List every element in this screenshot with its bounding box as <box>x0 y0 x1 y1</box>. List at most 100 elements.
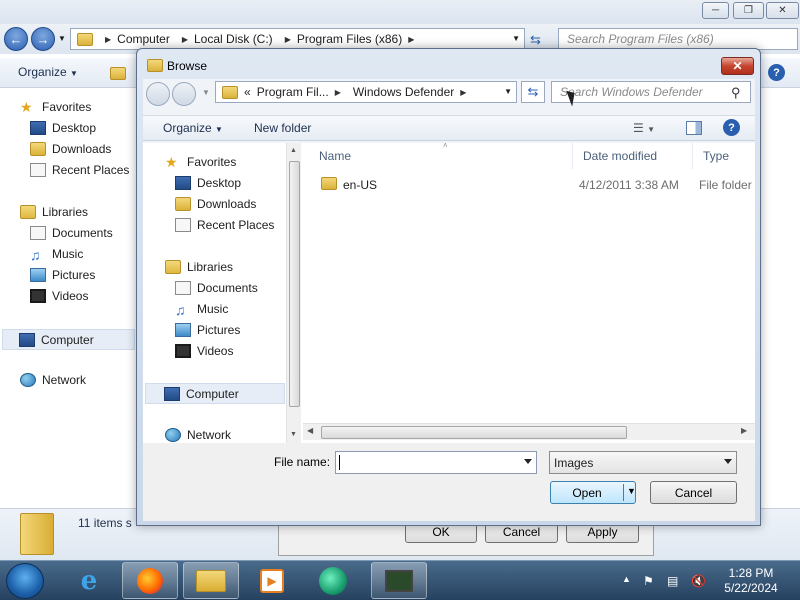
show-hidden-icons-icon[interactable]: ▲ <box>622 574 631 584</box>
file-row[interactable]: en-US 4/12/2011 3:38 AM File folder <box>303 173 755 195</box>
scrollbar-thumb[interactable] <box>289 161 300 407</box>
nav-network[interactable]: Network <box>165 428 231 442</box>
crumb-computer[interactable]: Computer <box>117 32 170 46</box>
hscrollbar-thumb[interactable] <box>321 426 627 439</box>
crumb-windows-defender[interactable]: Windows Defender <box>353 85 454 99</box>
start-button[interactable] <box>6 563 44 599</box>
computer-icon <box>164 386 180 401</box>
column-type-header[interactable]: Type <box>693 143 755 169</box>
file-type-select[interactable]: Images <box>549 451 737 474</box>
crumb-program-files[interactable]: Program Files (x86) <box>297 32 402 46</box>
scroll-up-icon[interactable]: ▲ <box>290 147 297 154</box>
refresh-icon[interactable]: ⇆ <box>521 81 545 103</box>
folder-icon <box>110 67 126 80</box>
scroll-left-icon[interactable]: ◀ <box>307 426 313 435</box>
star-icon: ★ <box>20 99 33 115</box>
forward-icon[interactable] <box>172 82 196 106</box>
crumb-program-files[interactable]: Program Fil... <box>257 85 329 99</box>
maximize-button[interactable]: ❐ <box>733 2 764 19</box>
taskbar-clock[interactable]: 1:28 PM 5/22/2024 <box>718 566 784 596</box>
preview-pane-icon[interactable] <box>686 121 702 135</box>
nav-favorites[interactable]: ★ Favorites <box>165 155 236 169</box>
network-icon <box>165 428 181 442</box>
dialog-cancel-button[interactable]: Cancel <box>650 481 737 504</box>
explorer-folder-icon <box>196 569 226 592</box>
nav-music[interactable]: ♫ Music <box>30 247 83 263</box>
dialog-organize-button[interactable]: Organize ▼ <box>163 121 223 135</box>
explorer-search-input[interactable]: Search Program Files (x86) <box>558 28 798 50</box>
refresh-icon[interactable]: ⇆ <box>530 32 541 48</box>
recent-pages-chevron-icon[interactable]: ▼ <box>202 88 210 97</box>
media-taskbar-button[interactable]: ▶ <box>244 562 300 599</box>
folder-large-icon <box>20 513 54 555</box>
nav-favorites[interactable]: ★ Favorites <box>20 100 91 114</box>
crumb-overflow[interactable]: « <box>244 85 251 99</box>
forward-icon[interactable]: → <box>31 27 55 51</box>
file-name: en-US <box>343 178 378 192</box>
chevron-right-icon: ▶ <box>460 87 467 97</box>
monitor-taskbar-button[interactable] <box>371 562 427 599</box>
nav-libraries[interactable]: Libraries <box>165 260 233 274</box>
column-name-header[interactable]: Name <box>303 143 573 169</box>
flag-icon[interactable]: ⚑ <box>643 574 654 588</box>
nav-pictures[interactable]: Pictures <box>175 323 240 337</box>
nav-documents[interactable]: Documents <box>175 281 258 295</box>
file-list-hscrollbar[interactable]: ◀ ▶ <box>303 423 755 440</box>
scroll-right-icon[interactable]: ▶ <box>741 426 747 435</box>
nav-downloads[interactable]: Downloads <box>175 197 256 211</box>
column-date-header[interactable]: Date modified <box>573 143 693 169</box>
scroll-down-icon[interactable]: ▼ <box>290 431 297 438</box>
app-taskbar-button[interactable] <box>305 562 361 599</box>
nav-documents[interactable]: Documents <box>30 226 113 240</box>
nav-downloads[interactable]: Downloads <box>30 142 111 156</box>
network-tray-icon[interactable]: ▤ <box>667 574 678 588</box>
open-button[interactable]: Open ▼ <box>550 481 636 504</box>
search-icon[interactable]: ⚲ <box>731 85 741 101</box>
downloads-icon <box>175 197 191 211</box>
nav-pane-scrollbar[interactable]: ▲ ▼ <box>286 143 301 443</box>
back-icon[interactable]: ← <box>4 27 28 51</box>
nav-videos[interactable]: Videos <box>30 289 88 303</box>
recent-places-icon <box>175 218 191 232</box>
minimize-button[interactable]: ─ <box>702 2 729 19</box>
chevron-down-icon[interactable] <box>524 459 532 464</box>
nav-music[interactable]: ♫ Music <box>175 302 228 318</box>
dialog-address-bar[interactable]: « Program Fil... ▶ Windows Defender ▶ ▼ <box>215 81 517 103</box>
address-dropdown-icon[interactable]: ▼ <box>512 34 520 43</box>
help-icon[interactable]: ? <box>768 64 785 81</box>
explorer-taskbar-button[interactable] <box>183 562 239 599</box>
dialog-navbar: ▼ « Program Fil... ▶ Windows Defender ▶ ▼ … <box>143 79 755 109</box>
nav-libraries[interactable]: Libraries <box>20 205 88 219</box>
organize-button[interactable]: Organize ▼ <box>18 65 78 79</box>
view-options-icon[interactable]: ☰ ▼ <box>633 121 655 135</box>
music-icon: ♫ <box>30 247 41 263</box>
nav-network[interactable]: Network <box>20 373 86 387</box>
nav-recent-places[interactable]: Recent Places <box>30 163 129 177</box>
dialog-search-input[interactable]: Search Windows Defender <box>551 81 751 103</box>
recent-pages-chevron-icon[interactable]: ▼ <box>58 34 66 43</box>
new-folder-button[interactable]: New folder <box>254 121 311 135</box>
nav-desktop[interactable]: Desktop <box>175 176 241 190</box>
firefox-taskbar-button[interactable] <box>122 562 178 599</box>
close-button[interactable]: ✕ <box>766 2 799 19</box>
pictures-icon <box>30 268 46 282</box>
help-icon[interactable]: ? <box>723 119 740 136</box>
nav-recent-places[interactable]: Recent Places <box>175 218 274 232</box>
volume-muted-icon[interactable]: 🔇 <box>691 574 706 588</box>
nav-computer[interactable]: Computer <box>145 383 285 404</box>
recent-places-icon <box>30 163 46 177</box>
crumb-local-disk[interactable]: Local Disk (C:) <box>194 32 273 46</box>
nav-desktop[interactable]: Desktop <box>30 121 96 135</box>
ie-taskbar-button[interactable]: e <box>61 562 117 599</box>
explorer-address-bar[interactable]: ▶ Computer ▶ Local Disk (C:) ▶ Program File… <box>70 28 525 50</box>
dialog-close-button[interactable]: ✕ <box>721 57 754 75</box>
nav-computer[interactable]: Computer <box>2 329 135 350</box>
chevron-right-icon: ▶ <box>105 34 112 44</box>
open-dropdown-icon[interactable]: ▼ <box>627 486 636 496</box>
desktop-icon <box>175 176 191 190</box>
address-dropdown-icon[interactable]: ▼ <box>504 87 512 96</box>
nav-pictures[interactable]: Pictures <box>30 268 95 282</box>
filename-input[interactable] <box>335 451 537 474</box>
back-icon[interactable] <box>146 82 170 106</box>
nav-videos[interactable]: Videos <box>175 344 233 358</box>
